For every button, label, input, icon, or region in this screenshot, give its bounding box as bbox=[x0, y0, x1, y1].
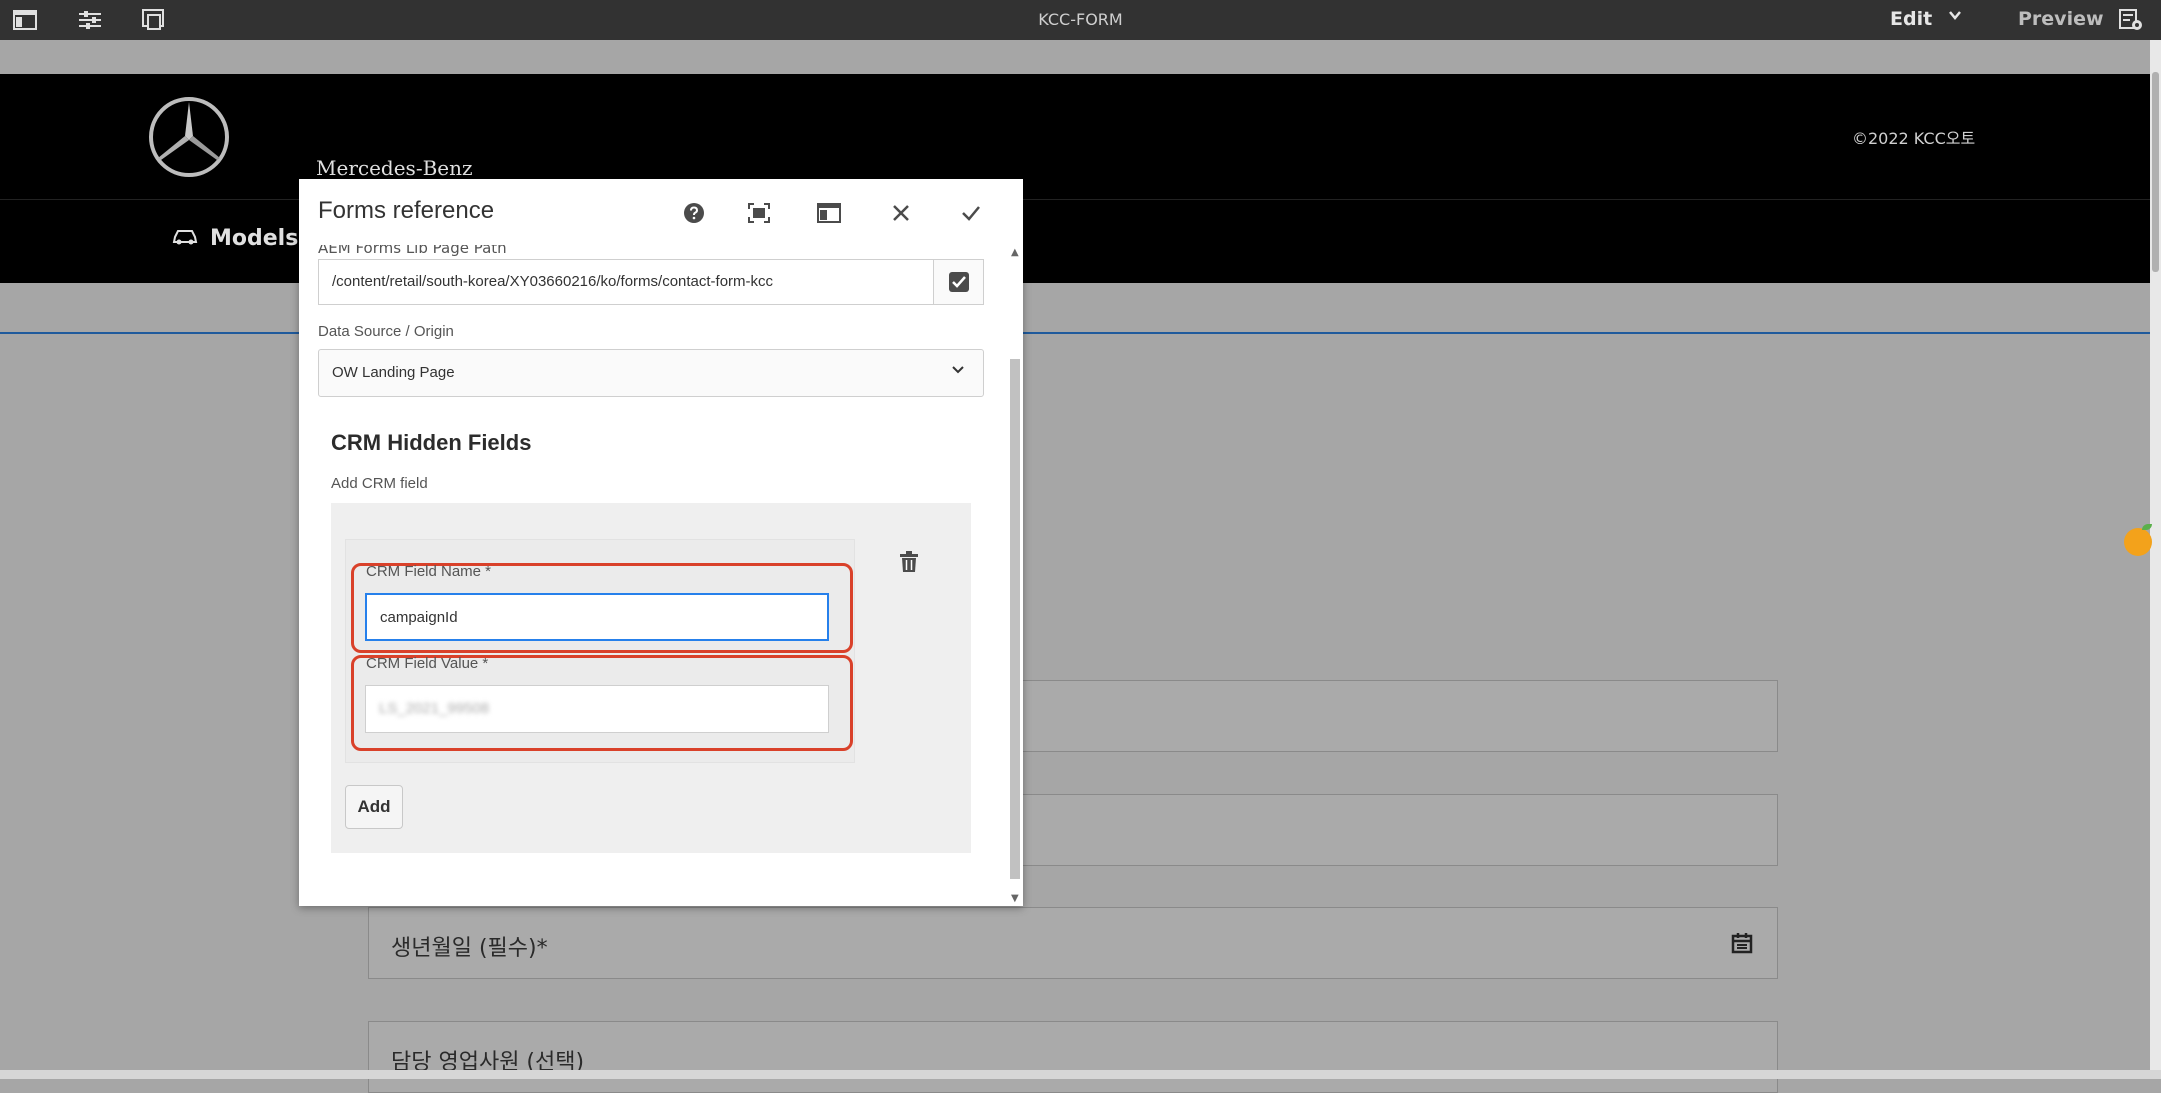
crm-multifield: CRM Field Name * campaignId CRM Field Va… bbox=[331, 503, 971, 853]
field-label: 생년월일 (필수)* bbox=[391, 936, 548, 961]
datasource-value: OW Landing Page bbox=[332, 364, 455, 381]
scroll-down-icon[interactable]: ▼ bbox=[1011, 893, 1019, 904]
mode-selector[interactable]: Edit bbox=[1890, 8, 1932, 30]
sales-rep-field[interactable]: 담당 영업사원 (선택) bbox=[368, 1021, 1778, 1093]
help-icon[interactable] bbox=[678, 197, 710, 229]
close-icon[interactable] bbox=[885, 197, 917, 229]
crm-value-label: CRM Field Value * bbox=[366, 655, 489, 672]
mercedes-star-logo bbox=[148, 96, 230, 178]
crm-name-input[interactable]: campaignId bbox=[365, 593, 829, 641]
brand-name: Mercedes-Benz bbox=[316, 156, 473, 180]
forms-reference-dialog: Forms reference AEM Forms Lib Page Path … bbox=[299, 179, 1023, 906]
add-crm-field-label: Add CRM field bbox=[331, 475, 428, 492]
page-title: KCC-FORM bbox=[1038, 10, 1123, 29]
chevron-down-icon bbox=[951, 362, 965, 380]
dialog-scrollbar[interactable]: ▲ ▼ bbox=[1007, 245, 1023, 906]
editor-toolbar: KCC-FORM Edit Preview bbox=[0, 0, 2161, 40]
preview-button[interactable]: Preview bbox=[2018, 8, 2104, 30]
crm-value-text: LS_2021_99508 bbox=[379, 700, 490, 717]
side-panel-icon[interactable] bbox=[12, 8, 38, 32]
crm-section-title: CRM Hidden Fields bbox=[331, 430, 532, 455]
dialog-header: Forms reference bbox=[299, 179, 1023, 245]
crm-value-input[interactable]: LS_2021_99508 bbox=[365, 685, 829, 733]
orange-icon bbox=[2124, 528, 2152, 556]
datasource-select[interactable]: OW Landing Page bbox=[318, 349, 984, 397]
scroll-up-icon[interactable]: ▲ bbox=[1011, 247, 1019, 258]
properties-icon[interactable] bbox=[77, 8, 103, 32]
forms-page-path-input[interactable]: /content/retail/south-korea/XY03660216/k… bbox=[318, 259, 934, 305]
nav-item-models[interactable]: Models bbox=[172, 226, 298, 251]
fullscreen-icon[interactable] bbox=[743, 197, 775, 229]
chevron-down-icon[interactable] bbox=[1948, 8, 1962, 26]
dialog-scroll-thumb[interactable] bbox=[1010, 359, 1020, 879]
confirm-icon[interactable] bbox=[955, 197, 987, 229]
trash-icon[interactable] bbox=[899, 551, 919, 577]
birthdate-field[interactable]: 생년월일 (필수)* bbox=[368, 907, 1778, 979]
copyright-text: ©2022 KCC오토 bbox=[1852, 129, 1976, 148]
emulator-icon[interactable] bbox=[141, 8, 167, 32]
panel-layout-icon[interactable] bbox=[813, 197, 845, 229]
page-info-icon[interactable] bbox=[2118, 8, 2144, 32]
editor-subbar bbox=[0, 40, 2161, 74]
bottom-strip bbox=[0, 1070, 2161, 1079]
dialog-title: Forms reference bbox=[318, 197, 495, 224]
dialog-body: AEM Forms Lib Page Path /content/retail/… bbox=[299, 245, 1009, 906]
car-icon bbox=[172, 226, 198, 251]
add-crm-field-button[interactable]: Add bbox=[345, 785, 403, 829]
crm-name-label: CRM Field Name * bbox=[366, 563, 492, 580]
checkbox-icon bbox=[948, 272, 969, 292]
calendar-icon[interactable] bbox=[1731, 932, 1753, 958]
datasource-label: Data Source / Origin bbox=[318, 323, 454, 340]
path-picker-button[interactable] bbox=[934, 259, 984, 305]
path-field-label: AEM Forms Lib Page Path bbox=[318, 245, 507, 257]
nav-item-label: Models bbox=[210, 226, 299, 251]
page-scroll-thumb[interactable] bbox=[2152, 72, 2159, 272]
